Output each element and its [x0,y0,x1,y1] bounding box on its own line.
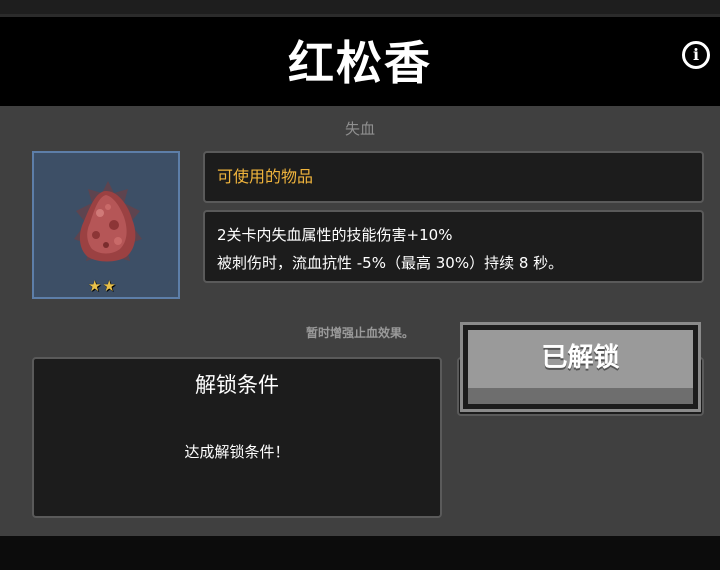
item-detail-screen: 红松香 i 失血 ★ ★ 可使用的物品 2关卡内失血属性的技能伤害+10% 被刺… [0,0,720,570]
bottom-bar [0,536,720,570]
star-icon: ★ [102,277,116,295]
unlock-conditions-title: 解锁条件 [195,373,279,397]
info-button[interactable]: i [682,41,710,69]
info-icon: i [692,45,700,64]
unlock-condition-text: 达成解锁条件！ [184,443,290,461]
rarity-stars: ★ ★ [88,279,116,294]
item-type-box: 可使用的物品 [203,151,704,203]
item-title: 红松香 [288,36,432,90]
unlocked-button[interactable]: 已解锁 [460,322,701,412]
item-category: 失血 [344,120,375,138]
item-icon-frame: ★ ★ [32,151,180,299]
description-line: 2关卡内失血属性的技能伤害+10% [217,226,453,244]
top-strip [0,0,720,14]
star-icon: ★ [88,277,102,295]
unlocked-button-label: 已解锁 [541,343,620,373]
description-line: 被刺伤时，流血抗性 -5%（最高 30%）持续 8 秒。 [217,254,564,272]
red-rosin-item-icon [74,181,142,262]
unlock-conditions-box: 解锁条件 达成解锁条件！ [32,357,442,518]
detail-panel: 失血 ★ ★ 可使用的物品 2关卡内失血属性的技能伤害+10% 被刺伤时，流血抗… [0,106,720,536]
header: 红松香 i [0,14,720,106]
item-description-box: 2关卡内失血属性的技能伤害+10% 被刺伤时，流血抗性 -5%（最高 30%）持… [203,210,704,283]
item-type-label: 可使用的物品 [217,167,314,186]
